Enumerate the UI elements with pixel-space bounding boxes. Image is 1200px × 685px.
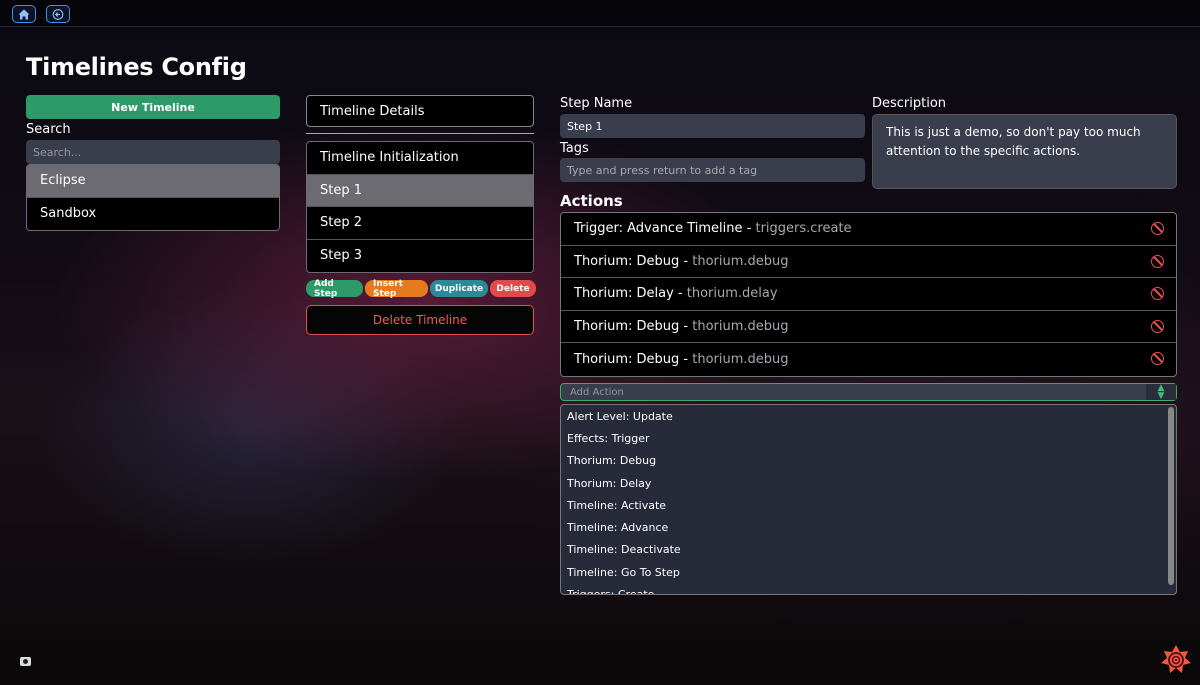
home-button[interactable]: [12, 5, 36, 23]
action-name: Trigger: Advance Timeline: [574, 221, 743, 237]
step-item-2[interactable]: Step 2: [307, 207, 533, 240]
camera-icon[interactable]: [20, 657, 31, 666]
action-name: Thorium: Debug: [574, 253, 680, 269]
description-label: Description: [872, 96, 947, 111]
step-item-initialization[interactable]: Timeline Initialization: [307, 142, 533, 175]
timeline-item-sandbox[interactable]: Sandbox: [27, 198, 279, 231]
action-option[interactable]: Timeline: Activate: [561, 494, 1176, 516]
action-option[interactable]: Alert Level: Update: [561, 405, 1176, 427]
description-textarea[interactable]: This is just a demo, so don't pay too mu…: [872, 114, 1177, 189]
step-actions-bar: Add Step Insert Step Duplicate Delete: [306, 279, 536, 299]
action-row[interactable]: Thorium: Debug - thorium.debug: [561, 343, 1176, 376]
step-item-1[interactable]: Step 1: [307, 174, 533, 207]
action-id: thorium.debug: [692, 318, 789, 334]
search-label: Search: [26, 122, 71, 137]
add-action-select[interactable]: Add Action ▲ ▼: [560, 383, 1177, 401]
step-name-input[interactable]: Step 1: [560, 114, 865, 138]
prohibited-icon[interactable]: [1151, 319, 1164, 333]
step-name-label: Step Name: [560, 96, 633, 111]
delete-timeline-button[interactable]: Delete Timeline: [306, 305, 534, 335]
new-timeline-button[interactable]: New Timeline: [26, 95, 280, 119]
action-id: triggers.create: [755, 221, 852, 237]
duplicate-step-button[interactable]: Duplicate: [430, 280, 488, 297]
add-action-placeholder: Add Action: [570, 386, 624, 398]
action-row[interactable]: Thorium: Debug - thorium.debug: [561, 311, 1176, 343]
prohibited-icon[interactable]: [1151, 287, 1164, 300]
top-bar: [0, 0, 1200, 27]
prohibited-icon[interactable]: [1151, 352, 1164, 365]
action-options-list: Alert Level: Update Effects: Trigger Tho…: [560, 404, 1177, 595]
search-input[interactable]: [26, 140, 280, 164]
tags-label: Tags: [560, 141, 589, 156]
prohibited-icon[interactable]: [1151, 222, 1164, 235]
action-row[interactable]: Thorium: Delay - thorium.delay: [561, 278, 1176, 311]
action-id: thorium.debug: [692, 253, 789, 269]
back-button[interactable]: [46, 5, 70, 23]
action-name: Thorium: Delay: [574, 286, 674, 302]
arrow-left-icon: [52, 8, 64, 20]
thorium-logo-icon[interactable]: [1160, 644, 1192, 676]
actions-heading: Actions: [560, 192, 623, 210]
chevron-up-down-icon[interactable]: ▲ ▼: [1146, 384, 1176, 401]
action-name: Thorium: Debug: [574, 318, 680, 334]
action-option[interactable]: Timeline: Deactivate: [561, 539, 1176, 561]
home-icon: [18, 9, 30, 19]
action-option[interactable]: Triggers: Create: [561, 583, 1176, 594]
add-step-button[interactable]: Add Step: [306, 279, 363, 299]
insert-step-button[interactable]: Insert Step: [365, 279, 428, 299]
action-id: thorium.delay: [686, 286, 778, 302]
action-row[interactable]: Trigger: Advance Timeline - triggers.cre…: [561, 213, 1176, 246]
action-option[interactable]: Effects: Trigger: [561, 427, 1176, 449]
prohibited-icon[interactable]: [1151, 254, 1164, 268]
scrollbar[interactable]: [1168, 407, 1174, 585]
step-list: Timeline Initialization Step 1 Step 2 St…: [306, 141, 534, 273]
action-name: Thorium: Debug: [574, 351, 680, 367]
page-title: Timelines Config: [26, 53, 247, 81]
timeline-list: Eclipse Sandbox: [26, 164, 280, 231]
action-option[interactable]: Timeline: Go To Step: [561, 561, 1176, 583]
actions-list: Trigger: Advance Timeline - triggers.cre…: [560, 212, 1177, 377]
action-row[interactable]: Thorium: Debug - thorium.debug: [561, 246, 1176, 278]
timeline-item-eclipse[interactable]: Eclipse: [27, 165, 279, 198]
divider: [306, 133, 534, 134]
timeline-details-button[interactable]: Timeline Details: [306, 95, 534, 127]
action-id: thorium.debug: [692, 351, 789, 367]
tags-input[interactable]: Type and press return to add a tag: [560, 158, 865, 182]
action-option[interactable]: Thorium: Debug: [561, 450, 1176, 472]
action-option[interactable]: Thorium: Delay: [561, 472, 1176, 494]
delete-step-button[interactable]: Delete: [490, 280, 536, 297]
action-option[interactable]: Timeline: Advance: [561, 516, 1176, 538]
step-item-3[interactable]: Step 3: [307, 240, 533, 273]
